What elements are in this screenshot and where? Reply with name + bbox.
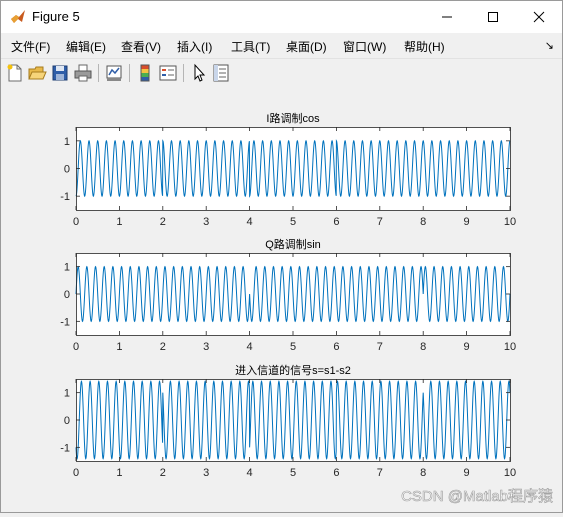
toolbar-separator (183, 64, 184, 82)
x-tick-label: 3 (203, 467, 209, 479)
x-tick-label: 5 (290, 216, 296, 228)
y-tick-label: 1 (64, 388, 70, 400)
x-tick-label: 6 (333, 341, 339, 353)
plots-canvas: 0 1 2 3 4 5 6 7 8 9 1010-1I路调制cos0 1 2 3 4 5 6 7 8 9 1010-1Q… (60, 112, 516, 479)
maximize-button[interactable] (470, 1, 516, 33)
y-tick-label: -1 (60, 191, 70, 203)
y-tick-label: -1 (60, 442, 70, 454)
y-tick-label: -1 (60, 316, 70, 328)
property-inspector-icon[interactable] (211, 63, 231, 83)
y-tick-label: 0 (64, 164, 70, 176)
x-tick-label: 3 (203, 216, 209, 228)
x-tick-label: 5 (290, 341, 296, 353)
x-tick-label: 9 (464, 467, 470, 479)
figure-canvas[interactable]: 0 1 2 3 4 5 6 7 8 9 10 1 0 -1 I路调制cos 0 1 2 3 4 5 6 7 8 9 10 1 0 -1 Q… (1, 87, 562, 512)
close-icon (533, 11, 545, 23)
menu-window[interactable]: 窗口(W) (343, 38, 386, 55)
toolbar-separator (129, 64, 130, 82)
menu-desktop[interactable]: 桌面(D) (286, 38, 327, 55)
minimize-button[interactable] (424, 1, 470, 33)
figure-toolbar (1, 58, 562, 88)
subplot-title: I路调制cos (266, 112, 320, 125)
open-file-icon[interactable] (27, 63, 47, 83)
y-tick-label: 0 (64, 415, 70, 427)
x-tick-label: 3 (203, 341, 209, 353)
link-plot-icon[interactable] (104, 63, 124, 83)
close-button[interactable] (516, 1, 562, 33)
x-tick-label: 7 (377, 341, 383, 353)
x-tick-label: 0 (73, 216, 79, 228)
y-tick-label: 0 (64, 289, 70, 301)
menu-file[interactable]: 文件(F) (11, 38, 50, 55)
x-tick-label: 4 (247, 341, 253, 353)
menu-help[interactable]: 帮助(H) (404, 38, 445, 55)
menu-tools[interactable]: 工具(T) (231, 38, 270, 55)
maximize-icon (488, 12, 498, 22)
save-icon[interactable] (50, 63, 70, 83)
print-icon[interactable] (73, 63, 93, 83)
axes-background (76, 127, 510, 210)
subplot-title: 进入信道的信号s=s1-s2 (235, 363, 351, 377)
title-bar[interactable]: Figure 5 (1, 1, 562, 33)
insert-legend-icon[interactable] (158, 63, 178, 83)
x-tick-label: 2 (160, 216, 166, 228)
x-tick-label: 7 (377, 467, 383, 479)
x-tick-label: 1 (116, 216, 122, 228)
x-tick-label: 1 (116, 341, 122, 353)
toolbar-separator (98, 64, 99, 82)
menu-bar: 文件(F) 编辑(E) 查看(V) 插入(I) 工具(T) 桌面(D) 窗口(W… (1, 33, 562, 57)
figure-window: Figure 5 文件(F) 编辑(E) 查看(V) 插入(I) 工具(T) 桌… (0, 0, 563, 513)
edit-plot-icon[interactable] (189, 63, 209, 83)
menu-insert[interactable]: 插入(I) (177, 38, 212, 55)
menu-view[interactable]: 查看(V) (121, 38, 161, 55)
new-figure-icon[interactable] (5, 63, 25, 83)
dock-arrow-icon[interactable]: ↘ (545, 39, 554, 52)
x-tick-label: 4 (247, 467, 253, 479)
y-tick-label: 1 (64, 262, 70, 274)
subplot-title: Q路调制sin (265, 238, 321, 251)
x-tick-label: 6 (333, 216, 339, 228)
x-tick-label: 0 (73, 341, 79, 353)
x-tick-label: 8 (420, 341, 426, 353)
x-tick-label: 8 (420, 216, 426, 228)
x-tick-label: 5 (290, 467, 296, 479)
minimize-icon (442, 16, 452, 18)
x-tick-label: 6 (333, 467, 339, 479)
x-tick-label: 0 (73, 467, 79, 479)
x-tick-label: 9 (464, 341, 470, 353)
x-tick-label: 10 (504, 467, 516, 479)
x-tick-label: 4 (247, 216, 253, 228)
x-tick-label: 8 (420, 467, 426, 479)
x-tick-label: 7 (377, 216, 383, 228)
subplot-3[interactable]: 0 1 2 3 4 5 6 7 8 9 1010-1进入信道的信号s=s1-s2 (60, 363, 516, 479)
subplot-2[interactable]: 0 1 2 3 4 5 6 7 8 9 1010-1Q路调制sin (60, 238, 516, 353)
y-tick-label: 1 (64, 136, 70, 148)
subplot-1[interactable]: 0 1 2 3 4 5 6 7 8 9 1010-1I路调制cos (60, 112, 516, 228)
window-title: Figure 5 (32, 9, 80, 24)
x-tick-label: 10 (504, 341, 516, 353)
x-tick-label: 2 (160, 467, 166, 479)
menu-edit[interactable]: 编辑(E) (66, 38, 106, 55)
x-tick-label: 1 (116, 467, 122, 479)
x-tick-label: 9 (464, 216, 470, 228)
insert-colorbar-icon[interactable] (135, 63, 155, 83)
matlab-logo-icon (11, 10, 25, 23)
x-tick-label: 2 (160, 341, 166, 353)
x-tick-label: 10 (504, 216, 516, 228)
